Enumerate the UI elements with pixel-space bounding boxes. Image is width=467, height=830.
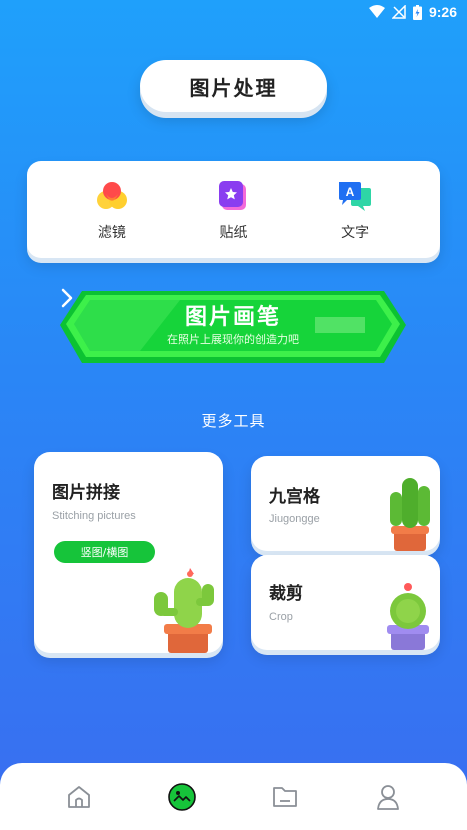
- folder-icon: [272, 786, 297, 807]
- nav-image[interactable]: [162, 777, 202, 817]
- brush-title: 图片画笔: [184, 305, 281, 330]
- cactus-tall-icon: [390, 478, 430, 551]
- nav-home[interactable]: [59, 777, 99, 817]
- stitching-subtitle: Stitching pictures: [52, 510, 136, 522]
- jiugongge-subtitle: Jiugongge: [269, 513, 320, 525]
- battery-icon: [412, 4, 422, 20]
- page-title: 图片处理: [140, 60, 327, 112]
- sticker-tool[interactable]: 贴纸: [188, 178, 278, 242]
- text-label: 文字: [341, 224, 370, 241]
- svg-text:A: A: [346, 185, 355, 199]
- jiugongge-title: 九宫格: [269, 487, 320, 507]
- tools-card: 滤镜 贴纸 A 文字: [27, 161, 440, 258]
- cactus-round-icon: [387, 583, 429, 650]
- orientation-badge[interactable]: 竖图/横图: [54, 541, 155, 563]
- picture-brush-button[interactable]: 图片画笔 在照片上展现你的创造力吧: [60, 287, 406, 365]
- nav-profile[interactable]: [368, 777, 408, 817]
- jiugongge-card[interactable]: 九宫格 Jiugongge: [251, 456, 440, 551]
- image-icon: [168, 782, 196, 811]
- filter-label: 滤镜: [97, 224, 126, 241]
- status-time: 9:26: [428, 4, 457, 20]
- status-bar: 9:26: [0, 0, 467, 28]
- status-icons: 9:26: [368, 4, 457, 20]
- stitching-card[interactable]: 图片拼接 Stitching pictures 竖图/横图: [34, 452, 223, 653]
- crop-subtitle: Crop: [269, 611, 293, 623]
- cactus-icon: [154, 568, 214, 653]
- stitching-title: 图片拼接: [52, 483, 120, 503]
- brush-subtitle: 在照片上展现你的创造力吧: [167, 333, 299, 346]
- crop-title: 裁剪: [269, 584, 303, 604]
- sticker-label: 贴纸: [219, 224, 248, 241]
- chevron-right-icon: [61, 288, 73, 308]
- filter-icon: [96, 181, 127, 209]
- no-signal-icon: [391, 5, 406, 19]
- text-tool[interactable]: A 文字: [310, 178, 400, 242]
- more-tools-heading: 更多工具: [201, 412, 266, 430]
- sticker-icon: [219, 180, 247, 210]
- wifi-icon: [368, 5, 385, 18]
- text-icon: A: [339, 181, 372, 211]
- home-icon: [68, 785, 91, 808]
- profile-icon: [376, 784, 399, 810]
- crop-card[interactable]: 裁剪 Crop: [251, 555, 440, 650]
- filter-tool[interactable]: 滤镜: [67, 178, 157, 242]
- nav-files[interactable]: [265, 777, 305, 817]
- bottom-navigation: [0, 763, 467, 830]
